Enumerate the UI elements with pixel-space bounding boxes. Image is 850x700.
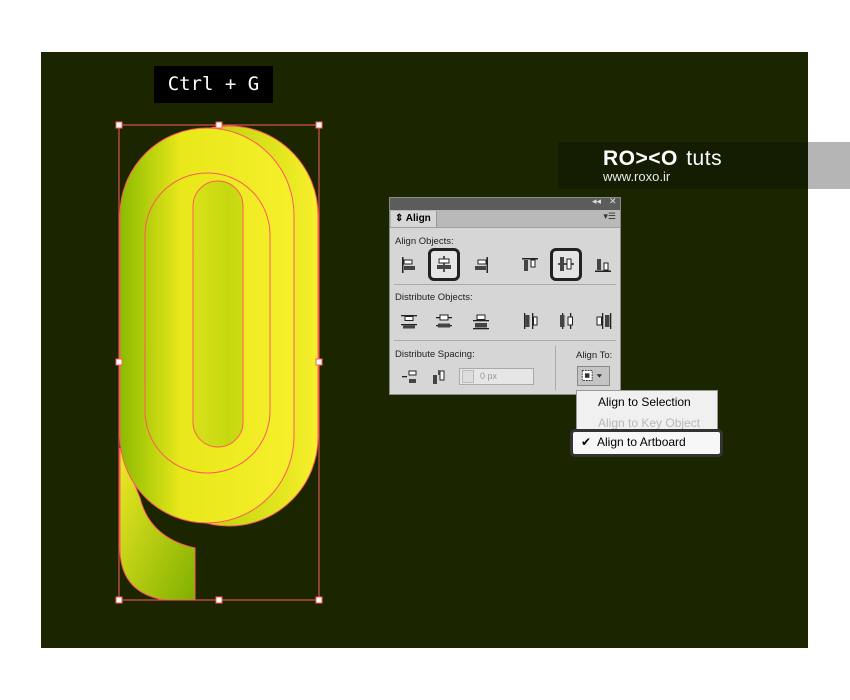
double-chevron-icon[interactable]: ◂◂ [592, 196, 601, 207]
selection-handle [215, 121, 223, 129]
vertical-distribute-space-icon[interactable] [399, 367, 419, 387]
shortcut-label: Ctrl + G [154, 66, 273, 103]
checkmark-icon: ✔ [581, 435, 592, 449]
watermark-url: www.roxo.ir [603, 169, 671, 184]
vertical-distribute-bottom-icon[interactable] [471, 311, 491, 331]
selection-handle [315, 596, 323, 604]
vertical-align-top-icon[interactable] [520, 255, 540, 275]
watermark-grey-block [808, 142, 850, 189]
align-to-artboard-icon [581, 370, 603, 381]
horizontal-distribute-space-icon[interactable] [429, 367, 449, 387]
selection-handle [115, 596, 123, 604]
tab-align[interactable]: ⇕ Align [391, 211, 437, 227]
selection-handle [115, 121, 123, 129]
distribute-spacing-label: Distribute Spacing: [395, 349, 475, 360]
align-to-label: Align To: [576, 350, 613, 361]
vertical-align-bottom-icon[interactable] [593, 255, 613, 275]
selection-handle [115, 358, 123, 366]
spacing-value: 0 px [480, 371, 498, 381]
vertical-distribute-top-icon[interactable] [399, 311, 419, 331]
align-panel: ◂◂ ✕ ⇕ Align ▾☰ Align Objects: Distribut… [389, 196, 621, 395]
horizontal-distribute-left-icon[interactable] [520, 311, 540, 331]
watermark-banner: RO><O tuts www.roxo.ir [558, 142, 808, 189]
selection-handle [315, 358, 323, 366]
vertical-distribute-center-icon[interactable] [434, 311, 454, 331]
horizontal-distribute-center-icon[interactable] [556, 311, 576, 331]
section-divider-vertical [555, 346, 556, 390]
close-icon[interactable]: ✕ [609, 196, 617, 207]
distribute-objects-label: Distribute Objects: [395, 292, 473, 303]
panel-tab-row: ⇕ Align ▾☰ [390, 210, 620, 228]
align-to-dropdown[interactable] [577, 366, 610, 386]
panel-title-bar[interactable]: ◂◂ ✕ [390, 196, 620, 210]
distribute-spacing-input[interactable]: 0 px [459, 368, 534, 385]
section-divider [394, 284, 616, 285]
grouped-letter-artwork[interactable] [110, 118, 330, 608]
selection-handle [315, 121, 323, 129]
horizontal-align-center-icon[interactable] [434, 254, 454, 274]
menu-item-align-to-selection[interactable]: Align to Selection [577, 392, 717, 412]
vertical-align-center-icon[interactable] [556, 254, 576, 274]
panel-menu-icon[interactable]: ▾☰ [603, 211, 616, 222]
horizontal-align-right-icon[interactable] [471, 255, 491, 275]
horizontal-distribute-right-icon[interactable] [593, 311, 613, 331]
watermark-brand-suffix: tuts [686, 147, 723, 170]
spinner-arrows-icon[interactable] [462, 370, 474, 383]
section-divider [394, 340, 616, 341]
menu-item-label: Align to Artboard [597, 435, 686, 449]
menu-item-align-to-artboard[interactable]: ✔ Align to Artboard [570, 429, 723, 457]
align-objects-label: Align Objects: [395, 236, 454, 247]
tab-align-label: Align [405, 213, 431, 224]
horizontal-align-left-icon[interactable] [399, 255, 419, 275]
selection-handle [215, 596, 223, 604]
watermark-brand: RO><O [603, 147, 678, 170]
watermark-logo: RO><O tuts [603, 147, 722, 171]
